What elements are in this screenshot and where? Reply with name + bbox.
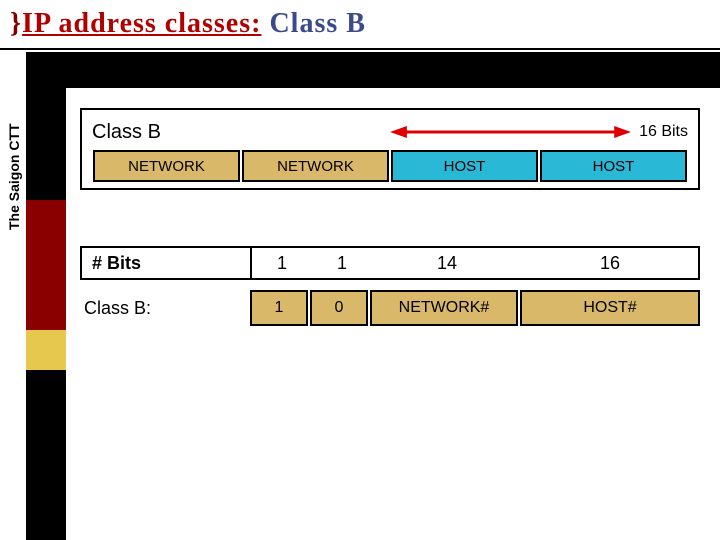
bits-row-label: # Bits: [82, 248, 252, 278]
breakdown-cell: NETWORK#: [370, 290, 518, 326]
classb-octet-box: Class B 16 Bits NETWORK NETWORK HOST HOS…: [80, 108, 700, 190]
breakdown-cell: HOST#: [520, 290, 700, 326]
octet-cell: NETWORK: [242, 150, 389, 182]
classb-header-row: Class B 16 Bits: [92, 116, 688, 148]
sidebar-stripe-yellow: [26, 330, 66, 370]
title-suffix: Class B: [269, 8, 365, 39]
arrow-bits-label: 16 Bits: [639, 123, 688, 141]
class-breakdown-row: Class B: 1 0 NETWORK# HOST#: [80, 290, 700, 326]
title-brace-glyph: }: [10, 8, 22, 39]
bits-value: 14: [372, 248, 522, 278]
octet-cell: HOST: [391, 150, 538, 182]
bits-count-row: # Bits 1 1 14 16: [80, 246, 700, 280]
bits-value: 1: [252, 248, 312, 278]
diagram-content: Class B 16 Bits NETWORK NETWORK HOST HOS…: [80, 108, 700, 326]
bits-arrow-group: 16 Bits: [390, 122, 688, 142]
title-bar: }IP address classes: Class B: [0, 0, 720, 50]
breakdown-cell: 0: [310, 290, 368, 326]
page-title: }IP address classes: Class B: [10, 8, 720, 40]
breakdown-cells: 1 0 NETWORK# HOST#: [250, 290, 700, 326]
octet-row: NETWORK NETWORK HOST HOST: [92, 150, 688, 188]
classb-label: Class B: [92, 121, 161, 144]
double-arrow-icon: [390, 122, 631, 142]
octet-cell: NETWORK: [93, 150, 240, 182]
bits-value: 1: [312, 248, 372, 278]
breakdown-cell: 1: [250, 290, 308, 326]
title-underlined: IP address classes:: [22, 8, 261, 39]
octet-cell: HOST: [540, 150, 687, 182]
breakdown-row-label: Class B:: [80, 298, 250, 319]
bits-value: 16: [522, 248, 698, 278]
sidebar-vertical-branding: The Saigon CTT: [6, 123, 22, 230]
sidebar-stripe-red: [26, 200, 66, 330]
bits-section: # Bits 1 1 14 16 Class B: 1 0 NETWORK# H…: [80, 246, 700, 326]
header-black-strip: [26, 52, 720, 88]
